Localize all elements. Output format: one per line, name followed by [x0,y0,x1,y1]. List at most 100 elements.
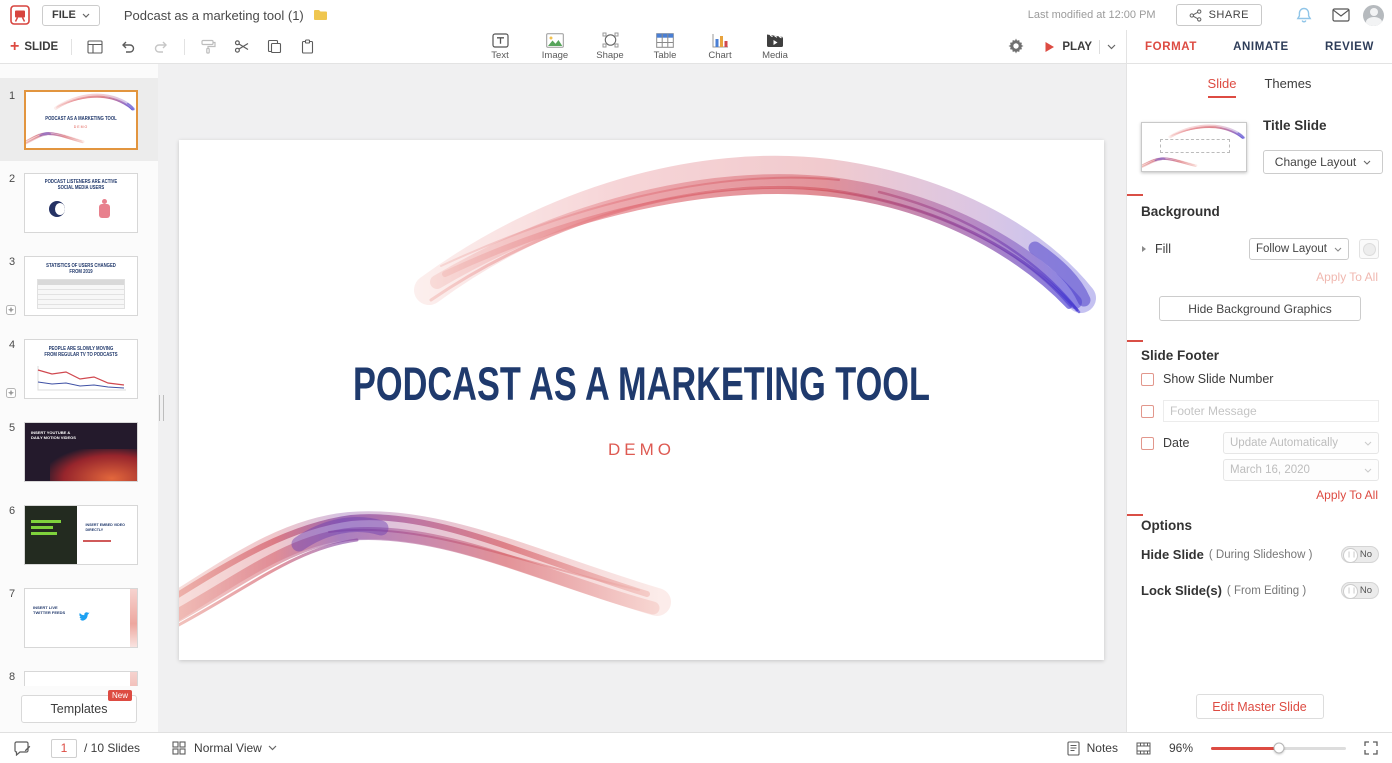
comments-icon[interactable] [14,741,31,756]
expander-triangle-icon[interactable] [1141,245,1147,253]
slide-row-1: 1 PODCAST AS A MARKETING TOOL DEMO [0,78,158,161]
thumb-table [37,279,125,309]
top-bar: FILE Podcast as a marketing tool (1) Las… [0,0,1392,30]
insert-image-button[interactable]: Image [535,30,575,63]
slide-title-textbox[interactable]: PODCAST AS A MARKETING TOOL [304,358,979,410]
slide-thumbnail-2[interactable]: PODCAST LISTENERS ARE ACTIVE SOCIAL MEDI… [24,173,138,233]
slide-number: 4 [9,339,15,351]
slide-thumbnail-1[interactable]: PODCAST AS A MARKETING TOOL DEMO [24,90,138,150]
slide-thumbnail-3[interactable]: STATISTICS OF USERS CHANGED FROM 2019 [24,256,138,316]
add-slide-button[interactable]: + SLIDE [10,39,58,55]
feedback-mail-icon[interactable] [1332,8,1350,22]
slide-thumbnail-8[interactable] [24,671,138,686]
current-layout-thumbnail[interactable] [1141,122,1247,172]
slide-number: 8 [9,671,15,683]
redo-icon[interactable] [151,37,171,57]
thumb-title: INSERT LIVE TWITTER FEEDS [33,605,67,615]
templates-button[interactable]: Templates New [21,695,137,723]
lock-slide-label: Lock Slide(s) [1141,583,1222,598]
share-button[interactable]: SHARE [1176,4,1262,26]
slide-sorter-icon[interactable] [172,741,186,755]
options-heading: Options [1141,518,1192,533]
slide-thumbnail-6[interactable]: INSERT EMBED VIDEO DIRECTLY [24,505,138,565]
chevron-down-icon[interactable] [1107,44,1116,50]
user-avatar[interactable] [1363,5,1384,26]
copy-icon[interactable] [264,37,284,57]
status-bar: 1 / 10 Slides Normal View Notes 96% [0,732,1392,763]
current-slide-input[interactable]: 1 [51,739,77,758]
tab-animate[interactable]: ANIMATE [1233,41,1289,53]
slide-thumbnail-5[interactable]: INSERT YOUTUBE & DAILY MOTION VIDEOS [24,422,138,482]
insert-table-button[interactable]: Table [645,30,685,63]
paste-icon[interactable] [297,37,317,57]
document-title[interactable]: Podcast as a marketing tool (1) [124,8,304,23]
thumb-accent [130,672,137,686]
play-button[interactable]: PLAY [1044,30,1116,63]
hide-slide-toggle[interactable]: No [1341,546,1379,563]
total-slides-label: / 10 Slides [84,741,140,755]
thumb-photo [25,506,77,564]
thumb-graphic [99,204,110,218]
app-logo-icon[interactable] [10,5,30,25]
fill-select[interactable]: Follow Layout [1249,238,1349,260]
date-mode-value: Update Automatically [1230,437,1338,449]
hide-background-graphics-button[interactable]: Hide Background Graphics [1159,296,1361,321]
chevron-down-icon [82,13,90,18]
background-heading: Background [1141,204,1220,219]
folder-icon[interactable] [313,9,328,21]
apply-to-all-link[interactable]: Apply To All [1316,488,1378,502]
zoom-slider[interactable] [1211,747,1346,750]
zoom-slider-handle[interactable] [1273,743,1284,754]
settings-gear-icon[interactable] [1008,38,1024,59]
format-painter-icon[interactable] [198,37,218,57]
slide-thumbnail-4[interactable]: PEOPLE ARE SLOWLY MOVING FROM REGULAR TV… [24,339,138,399]
tab-review[interactable]: REVIEW [1325,41,1374,53]
slide-thumbnail-7[interactable]: INSERT LIVE TWITTER FEEDS [24,588,138,648]
insert-chart-button[interactable]: Chart [700,30,740,63]
slide-row-6: 6 INSERT EMBED VIDEO DIRECTLY [0,493,158,576]
slide-row-5: 5 INSERT YOUTUBE & DAILY MOTION VIDEOS [0,410,158,493]
slide-row-3: 3 STATISTICS OF USERS CHANGED FROM 2019 [0,244,158,327]
panel-resize-handle[interactable] [159,395,164,421]
notifications-icon[interactable] [1295,6,1313,24]
hide-slide-toggle-value: No [1360,549,1372,560]
footer-message-input[interactable] [1163,400,1379,422]
tab-slide[interactable]: Slide [1208,76,1237,98]
chevron-down-icon [1363,160,1371,165]
notes-button[interactable]: Notes [1067,741,1118,756]
filmstrip-view-icon[interactable] [1136,742,1151,755]
last-modified-text: Last modified at 12:00 PM [1028,9,1156,21]
slide-subtitle-textbox[interactable]: DEMO [179,440,1104,460]
file-menu-button[interactable]: FILE [42,5,100,26]
notes-icon [1067,741,1080,756]
thumb-title: INSERT YOUTUBE & DAILY MOTION VIDEOS [31,430,77,440]
tab-themes[interactable]: Themes [1264,76,1311,98]
slide-layout-icon[interactable] [85,37,105,57]
slide-number: 2 [9,173,15,185]
lock-slide-toggle[interactable]: No [1341,582,1379,599]
cut-icon[interactable] [231,37,251,57]
show-slide-number-checkbox[interactable] [1141,373,1154,386]
app-window: FILE Podcast as a marketing tool (1) Las… [0,0,1392,763]
slide-canvas[interactable]: PODCAST AS A MARKETING TOOL DEMO [179,140,1104,660]
chevron-down-icon[interactable] [268,745,277,751]
insert-media-button[interactable]: Media [755,30,795,63]
insert-shape-button[interactable]: Shape [590,30,630,63]
fill-label: Fill [1155,242,1171,256]
insert-tools-group: Text Image Shape Table Chart [480,30,795,63]
date-checkbox[interactable] [1141,437,1154,450]
edit-master-slide-button[interactable]: Edit Master Slide [1196,694,1324,719]
footer-message-checkbox[interactable] [1141,405,1154,418]
insert-text-label: Text [491,50,508,61]
fill-color-swatch[interactable] [1359,239,1379,259]
slide-list: 1 PODCAST AS A MARKETING TOOL DEMO 2 POD… [0,64,158,686]
undo-icon[interactable] [118,37,138,57]
section-divider [1127,514,1392,516]
tab-format[interactable]: FORMAT [1145,41,1197,53]
insert-text-button[interactable]: Text [480,30,520,63]
view-mode-label[interactable]: Normal View [194,741,262,755]
edit-master-slide-label: Edit Master Slide [1212,700,1306,714]
change-layout-button[interactable]: Change Layout [1263,150,1383,174]
fullscreen-icon[interactable] [1364,741,1378,755]
play-icon [1044,41,1055,53]
